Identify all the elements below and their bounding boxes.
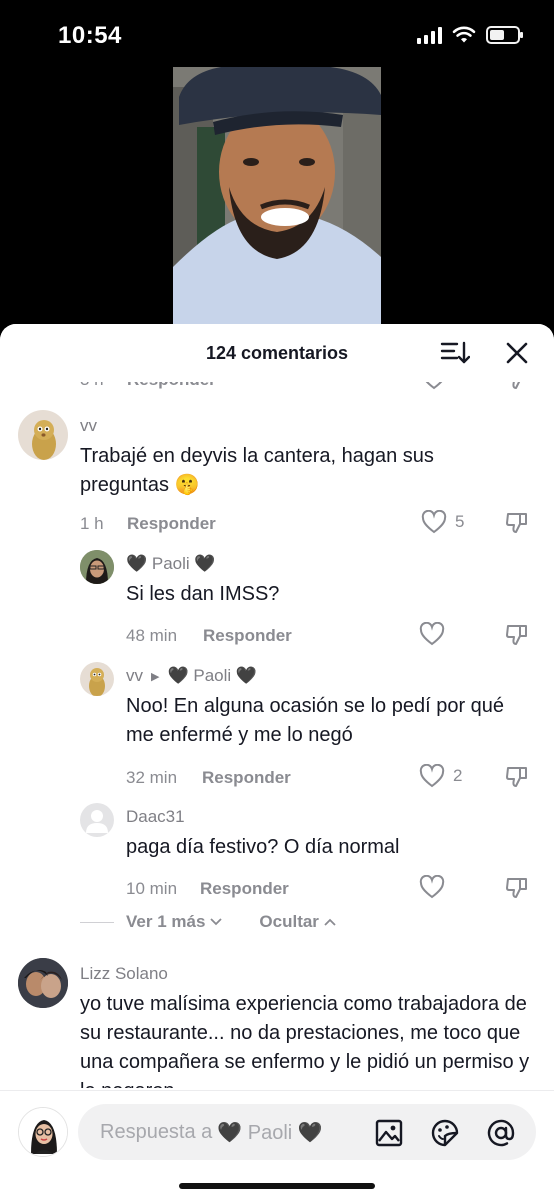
close-icon[interactable] <box>504 340 530 366</box>
avatar[interactable] <box>18 958 68 1008</box>
comment-text: Noo! En alguna ocasión se lo pedí por qu… <box>126 695 505 746</box>
wifi-icon <box>452 26 476 43</box>
dislike-icon[interactable] <box>504 764 530 790</box>
chevron-up-icon <box>324 918 336 926</box>
heart-icon[interactable] <box>419 622 445 646</box>
comment-text: Trabajé en deyvis la cantera, hagan sus … <box>80 445 434 496</box>
comment-text: Si les dan IMSS? <box>126 583 280 605</box>
comment-text: yo tuve malísima experiencia como trabaj… <box>80 993 530 1088</box>
reply-button[interactable]: Responder <box>202 768 291 788</box>
comment-time: 10 min <box>126 879 178 898</box>
mention-icon[interactable] <box>486 1118 516 1148</box>
video-preview[interactable] <box>173 67 381 329</box>
reply-target[interactable]: 🖤 Paoli 🖤 <box>167 666 257 686</box>
comment-username[interactable]: vv ▶ 🖤 Paoli 🖤 <box>126 666 257 686</box>
sticker-icon[interactable] <box>430 1118 460 1148</box>
heart-icon[interactable] <box>419 875 445 899</box>
comments-count-title: 124 comentarios <box>205 343 349 363</box>
hide-replies-button[interactable]: Ocultar <box>259 912 337 932</box>
reply-button[interactable]: Responder <box>127 514 216 534</box>
comments-sheet: 124 comentarios 3 h Responder <box>0 324 554 1199</box>
avatar-illustration <box>32 420 56 460</box>
video-frame-illustration <box>173 67 381 329</box>
avatar-illustration <box>89 668 105 696</box>
reply-author[interactable]: vv <box>126 666 143 686</box>
hide-label[interactable]: Ocultar <box>259 912 319 932</box>
sheet-header: 124 comentarios <box>0 324 554 382</box>
reply-input-placeholder: Respuesta a 🖤 Paoli 🖤 <box>100 1120 323 1145</box>
comment-username[interactable]: 🖤 Paoli 🖤 <box>126 554 216 574</box>
reply-input-bar: Respuesta a 🖤 Paoli 🖤 <box>0 1090 554 1199</box>
comment-text: paga día festivo? O día normal <box>126 836 400 858</box>
reply-button[interactable]: Responder <box>200 879 289 899</box>
dislike-icon[interactable] <box>504 875 530 901</box>
status-icons <box>417 26 523 44</box>
comment-username[interactable]: Lizz Solano <box>80 964 168 984</box>
status-time: 10:54 <box>58 22 122 49</box>
comment-time: 1 h <box>80 514 104 533</box>
comment-time: 32 min <box>126 768 178 787</box>
like-button[interactable]: 2 <box>419 764 462 788</box>
status-bar: 10:54 <box>0 0 554 70</box>
sort-icon[interactable] <box>440 340 470 366</box>
replies-control: Ver 1 más Ocultar <box>80 912 337 932</box>
my-avatar[interactable] <box>18 1107 68 1157</box>
comment-username[interactable]: vv <box>80 416 97 436</box>
battery-icon <box>486 26 523 44</box>
comment-time: 48 min <box>126 626 178 645</box>
avatar-illustration <box>80 550 114 584</box>
signal-icon <box>417 26 442 44</box>
image-icon[interactable] <box>374 1118 404 1148</box>
avatar[interactable] <box>18 410 68 460</box>
like-count: 5 <box>455 512 465 531</box>
like-count: 2 <box>453 766 463 785</box>
comment-username[interactable]: Daac31 <box>126 807 185 827</box>
default-avatar-icon <box>86 810 108 833</box>
avatar-illustration <box>18 958 68 1008</box>
chevron-down-icon <box>210 918 223 926</box>
avatar[interactable] <box>80 550 114 584</box>
heart-icon[interactable] <box>419 764 445 788</box>
reply-arrow-icon: ▶ <box>151 670 160 683</box>
like-button[interactable] <box>419 875 445 899</box>
reply-button[interactable]: Responder <box>203 626 292 646</box>
avatar[interactable] <box>80 803 114 837</box>
view-more-replies-button[interactable]: Ver 1 más <box>126 912 223 932</box>
comments-list[interactable]: 3 h Responder vv Trabajé en deyvis la ca… <box>0 368 554 1088</box>
dislike-icon[interactable] <box>504 510 530 536</box>
like-button[interactable]: 5 <box>421 510 464 534</box>
reply-input[interactable]: Respuesta a 🖤 Paoli 🖤 <box>78 1104 536 1160</box>
heart-icon[interactable] <box>421 510 447 534</box>
divider <box>80 921 114 923</box>
avatar[interactable] <box>80 662 114 696</box>
view-more-label[interactable]: Ver 1 más <box>126 912 205 932</box>
placeholder-name: 🖤 Paoli 🖤 <box>217 1122 323 1144</box>
avatar-illustration <box>19 1108 67 1156</box>
like-button[interactable] <box>419 622 445 646</box>
home-indicator <box>179 1183 375 1189</box>
dislike-icon[interactable] <box>504 622 530 648</box>
placeholder-prefix: Respuesta a <box>100 1121 213 1143</box>
